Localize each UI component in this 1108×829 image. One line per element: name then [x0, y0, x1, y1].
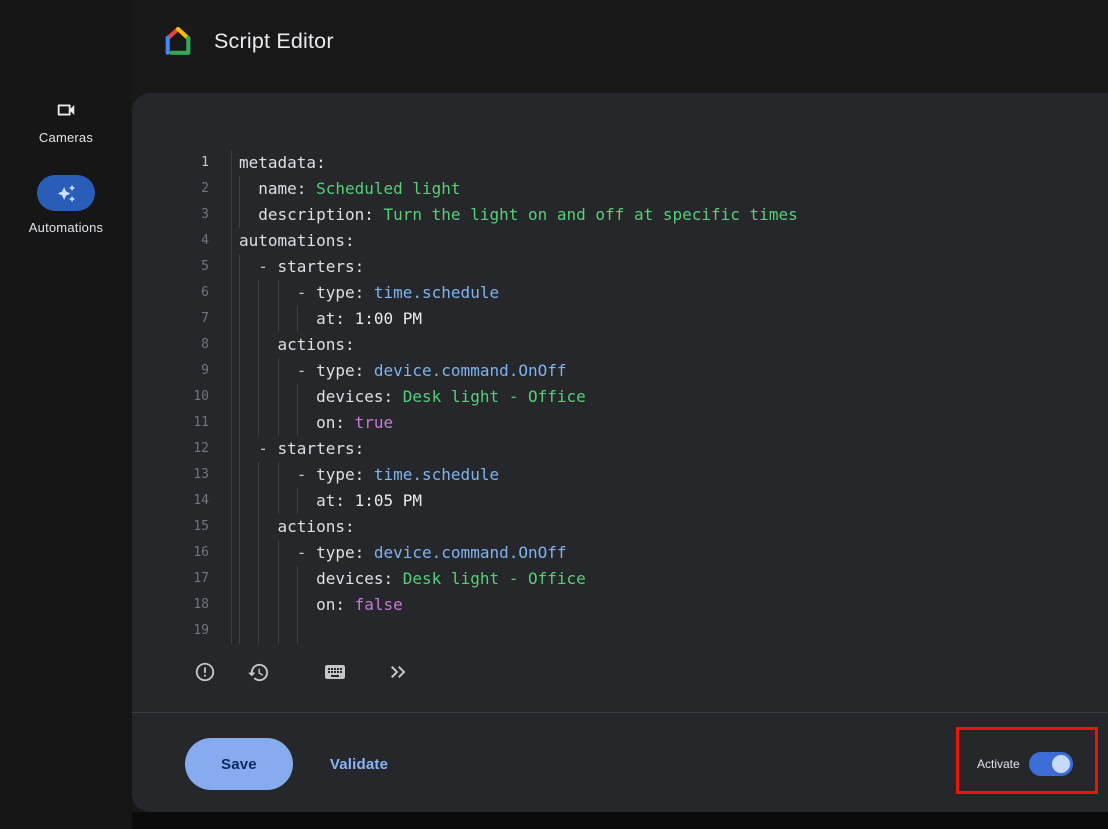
- code-line[interactable]: - type: device.command.OnOff: [239, 540, 1108, 566]
- code-line[interactable]: actions:: [239, 514, 1108, 540]
- history-icon[interactable]: [246, 660, 270, 684]
- line-number: 6: [132, 280, 209, 306]
- code-line[interactable]: - starters:: [239, 436, 1108, 462]
- keyboard-icon[interactable]: [323, 660, 347, 684]
- line-number: 4: [132, 228, 209, 254]
- sidebar: Cameras Automations: [0, 0, 132, 829]
- code-line[interactable]: on: true: [239, 410, 1108, 436]
- code-line[interactable]: - type: device.command.OnOff: [239, 358, 1108, 384]
- line-number: 17: [132, 566, 209, 592]
- line-number: 19: [132, 618, 209, 644]
- activate-toggle[interactable]: [1029, 752, 1073, 776]
- sidebar-item-label: Automations: [29, 220, 103, 235]
- gutter: 12345678910111213141516171819: [132, 150, 232, 644]
- code-line[interactable]: at: 1:05 PM: [239, 488, 1108, 514]
- code-line[interactable]: on: false: [239, 592, 1108, 618]
- line-number: 8: [132, 332, 209, 358]
- line-number: 5: [132, 254, 209, 280]
- error-outline-icon[interactable]: [193, 660, 217, 684]
- activate-group: Activate: [977, 752, 1073, 776]
- save-button[interactable]: Save: [185, 738, 293, 790]
- editor-toolbar: [132, 650, 1108, 694]
- sidebar-item-label: Cameras: [39, 130, 93, 145]
- line-number: 15: [132, 514, 209, 540]
- line-number: 2: [132, 176, 209, 202]
- code-lines: metadata: name: Scheduled light descript…: [232, 150, 1108, 644]
- code-line[interactable]: [239, 618, 1108, 644]
- sidebar-item-automations[interactable]: Automations: [29, 175, 103, 235]
- line-number: 16: [132, 540, 209, 566]
- line-number: 14: [132, 488, 209, 514]
- code-line[interactable]: metadata:: [239, 150, 1108, 176]
- page-title: Script Editor: [214, 29, 334, 54]
- code-line[interactable]: - starters:: [239, 254, 1108, 280]
- double-chevron-right-icon[interactable]: [386, 660, 410, 684]
- code-line[interactable]: description: Turn the light on and off a…: [239, 202, 1108, 228]
- automations-active-pill: [37, 175, 95, 211]
- line-number: 1: [132, 150, 209, 176]
- code-line[interactable]: at: 1:00 PM: [239, 306, 1108, 332]
- line-number: 18: [132, 592, 209, 618]
- divider: [132, 712, 1108, 713]
- code-line[interactable]: devices: Desk light - Office: [239, 566, 1108, 592]
- line-number: 3: [132, 202, 209, 228]
- code-editor[interactable]: 12345678910111213141516171819 metadata: …: [132, 150, 1108, 644]
- camera-icon: [55, 99, 77, 121]
- code-line[interactable]: name: Scheduled light: [239, 176, 1108, 202]
- footer-bar: Save Validate Activate: [132, 738, 1108, 790]
- line-number: 13: [132, 462, 209, 488]
- line-number: 10: [132, 384, 209, 410]
- code-line[interactable]: devices: Desk light - Office: [239, 384, 1108, 410]
- sparkle-icon: [57, 184, 76, 203]
- line-number: 12: [132, 436, 209, 462]
- bottom-strip: [132, 812, 1108, 829]
- google-home-logo[interactable]: [163, 26, 193, 56]
- line-number: 11: [132, 410, 209, 436]
- code-line[interactable]: automations:: [239, 228, 1108, 254]
- line-number: 9: [132, 358, 209, 384]
- app-header: Script Editor: [132, 0, 1108, 82]
- code-line[interactable]: actions:: [239, 332, 1108, 358]
- code-line[interactable]: - type: time.schedule: [239, 280, 1108, 306]
- line-number: 7: [132, 306, 209, 332]
- sidebar-item-cameras[interactable]: Cameras: [39, 99, 93, 145]
- script-editor-panel: 12345678910111213141516171819 metadata: …: [132, 93, 1108, 812]
- validate-button[interactable]: Validate: [330, 756, 388, 773]
- code-line[interactable]: - type: time.schedule: [239, 462, 1108, 488]
- toggle-thumb: [1052, 755, 1070, 773]
- activate-label: Activate: [977, 757, 1020, 771]
